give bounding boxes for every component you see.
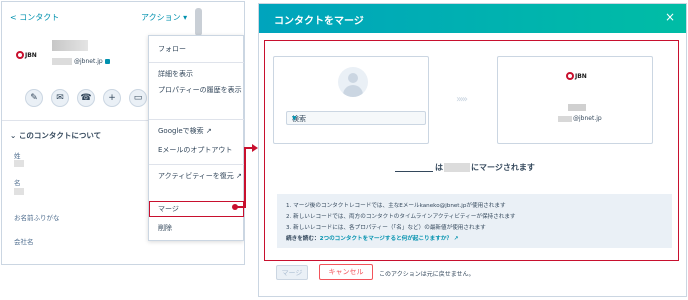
chevron-down-icon: ▼: [292, 115, 297, 122]
merge-contacts-modal: コンタクトをマージ × 検索 ▼ ››››› JBN @jbnet.jp は に…: [258, 3, 687, 297]
contact-search-select[interactable]: 検索 ▼: [286, 111, 426, 125]
connector-line: [244, 147, 246, 208]
close-icon[interactable]: ×: [665, 10, 675, 24]
logo-mark-icon: [566, 72, 574, 80]
property-label-last-name: 姓: [14, 152, 21, 160]
copy-icon[interactable]: [104, 59, 110, 64]
task-button[interactable]: +: [103, 89, 121, 107]
email-redacted: [558, 115, 572, 122]
actions-menu: フォロー 詳細を表示 プロパティーの履歴を表示 Googleで検索 ↗ Eメール…: [148, 35, 244, 241]
cancel-button[interactable]: キャンセル: [319, 264, 373, 280]
read-more-line: 続きを読む：2つのコンタクトをマージすると何が起こりますか？ ↗: [286, 236, 459, 242]
quick-action-buttons: ✎ ✉ ☎ + ▭: [25, 89, 147, 107]
menu-divider: [149, 62, 244, 63]
contact-email: @jbnet.jp: [52, 58, 110, 65]
menu-item-delete[interactable]: 削除: [158, 223, 242, 234]
property-value-redacted[interactable]: [14, 188, 24, 195]
property-label-company: 会社名: [14, 238, 34, 246]
property-value-redacted[interactable]: [14, 160, 24, 167]
scrollbar[interactable]: [195, 8, 202, 36]
target-contact-email: @jbnet.jp: [558, 115, 602, 122]
target-contact-card: JBN @jbnet.jp: [497, 56, 653, 144]
merge-button[interactable]: マージ: [276, 265, 308, 280]
call-button[interactable]: ☎: [77, 89, 95, 107]
merge-notes-box: 1. マージ後のコンタクトレコードでは、主なEメールkaneko@jbnet.j…: [277, 194, 672, 248]
merge-note: 3. 新しいレコードには、各プロパティー（「名」など）の最新値が使用されます: [286, 225, 486, 231]
irreversible-note: このアクションは元に戻せません。: [379, 271, 475, 278]
about-section-header[interactable]: ⌄ このコンタクトについて: [10, 130, 101, 141]
company-logo: JBN: [566, 72, 587, 80]
target-name-redacted: [444, 163, 470, 172]
merge-direction-arrow-icon: ›››››: [456, 94, 468, 105]
email-redacted: [52, 58, 72, 65]
menu-divider: [149, 164, 244, 165]
contact-name-redacted: [568, 104, 586, 111]
company-logo: JBN: [16, 49, 42, 61]
modal-title: コンタクトをマージ: [274, 16, 364, 27]
modal-header: コンタクトをマージ ×: [259, 4, 686, 33]
note-button[interactable]: ✎: [25, 89, 43, 107]
merge-note: 2. 新しいレコードでは、両方のコンタクトのタイムラインアクティビティーが保持さ…: [286, 214, 516, 220]
menu-item-view-details[interactable]: 詳細を表示: [158, 69, 242, 80]
logo-mark-icon: [16, 51, 24, 59]
menu-item-property-history[interactable]: プロパティーの履歴を表示: [158, 85, 242, 96]
property-label-first-name: 名: [14, 179, 21, 187]
contact-name-redacted: [52, 40, 88, 51]
actions-dropdown[interactable]: アクション ▾: [141, 12, 187, 23]
contact-record-panel: < コンタクト アクション ▾ JBN @jbnet.jp ✎ ✉ ☎ + ▭ …: [1, 1, 245, 265]
source-name-blank: [395, 163, 433, 172]
menu-item-follow[interactable]: フォロー: [158, 44, 242, 55]
menu-item-google-search[interactable]: Googleで検索 ↗: [158, 126, 242, 137]
merge-note: 1. マージ後のコンタクトレコードでは、主なEメールkaneko@jbnet.j…: [286, 203, 506, 209]
menu-item-restore-activity[interactable]: アクティビティーを復元 ↗: [158, 171, 242, 182]
property-label-furigana: お名前ふりがな: [14, 214, 60, 222]
avatar-placeholder-icon: [338, 67, 368, 97]
highlight-frame: 検索 ▼ ››››› JBN @jbnet.jp は にマージされます 1. マ…: [264, 40, 679, 261]
read-more-link[interactable]: 2つのコンタクトをマージすると何が起こりますか？: [320, 236, 452, 242]
menu-item-email-optout[interactable]: Eメールのオプトアウト: [158, 145, 242, 156]
screen: < コンタクト アクション ▾ JBN @jbnet.jp ✎ ✉ ☎ + ▭ …: [0, 0, 688, 300]
menu-item-merge[interactable]: マージ: [149, 201, 244, 217]
email-button[interactable]: ✉: [51, 89, 69, 107]
external-link-icon: ↗: [453, 236, 459, 242]
source-contact-card: 検索 ▼: [273, 56, 429, 144]
meeting-button[interactable]: ▭: [129, 89, 147, 107]
back-to-contacts-link[interactable]: < コンタクト: [10, 12, 59, 23]
merge-summary: は にマージされます: [395, 162, 535, 173]
menu-divider: [149, 119, 244, 120]
